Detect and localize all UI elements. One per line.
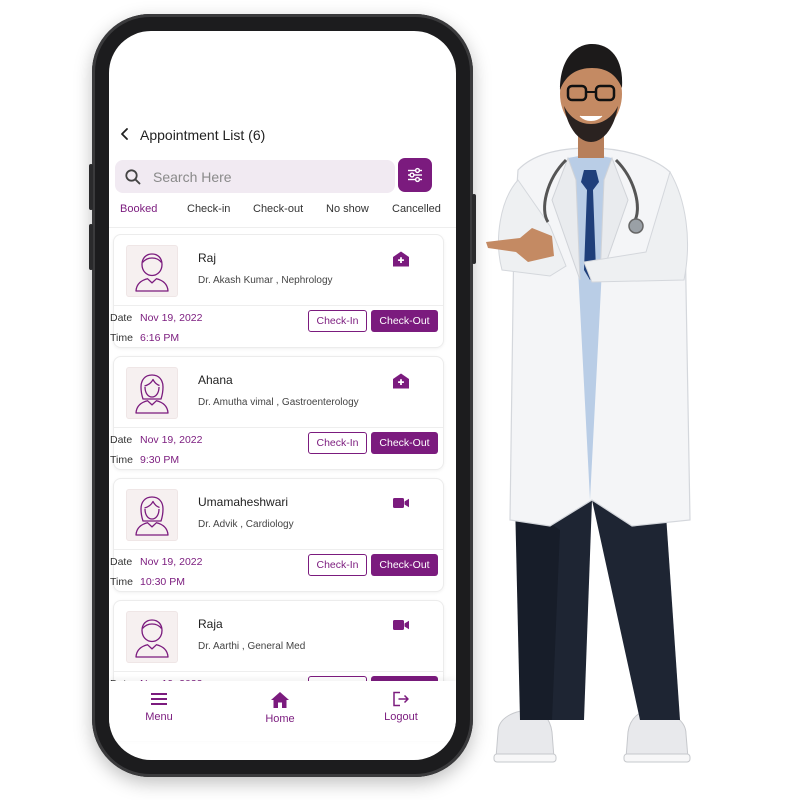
male-avatar-icon (126, 245, 178, 297)
nav-logout-label: Logout (384, 711, 418, 723)
patient-name: Raj (198, 251, 217, 265)
date-label: Date (110, 312, 133, 324)
check-out-button[interactable]: Check-Out (371, 554, 438, 576)
phone-power-button (472, 194, 476, 264)
appointment-card[interactable]: Ahana Dr. Amutha vimal , Gastroenterolog… (110, 356, 444, 470)
bottom-nav: Menu Home Logout (109, 681, 456, 741)
video-icon (393, 620, 409, 630)
logout-icon (393, 691, 409, 707)
date-label: Date (110, 434, 133, 446)
doctor-specialty: Dr. Amutha vimal , Gastroenterology (198, 397, 359, 408)
tab-booked[interactable]: Booked (120, 203, 157, 215)
divider (109, 227, 456, 228)
hospital-icon (393, 251, 409, 267)
patient-name: Raja (198, 617, 223, 631)
appointment-time: 10:30 PM (140, 576, 185, 588)
filter-button[interactable] (398, 158, 432, 192)
appointment-card[interactable]: Raja Dr. Aarthi , General Med Date Nov 1… (110, 600, 444, 694)
menu-icon (151, 693, 167, 705)
tab-no-show[interactable]: No show (326, 203, 369, 215)
tab-check-in[interactable]: Check-in (187, 203, 230, 215)
time-label: Time (110, 454, 133, 466)
appointment-date: Nov 19, 2022 (140, 434, 203, 446)
home-icon (271, 692, 289, 708)
nav-menu-label: Menu (145, 711, 173, 723)
search-icon (125, 169, 141, 185)
check-out-button[interactable]: Check-Out (371, 310, 438, 332)
appointment-date: Nov 19, 2022 (140, 312, 203, 324)
time-label: Time (110, 576, 133, 588)
tab-check-out[interactable]: Check-out (253, 203, 303, 215)
check-in-button[interactable]: Check-In (308, 310, 367, 332)
appointment-date: Nov 19, 2022 (140, 556, 203, 568)
phone-volume-button (89, 164, 93, 210)
doctor-specialty: Dr. Aarthi , General Med (198, 641, 306, 652)
phone-mockup: Appointment List (6) Booked Check-in Che… (89, 14, 476, 777)
doctor-specialty: Dr. Akash Kumar , Nephrology (198, 275, 333, 286)
check-in-button[interactable]: Check-In (308, 554, 367, 576)
appointment-list: Raj Dr. Akash Kumar , Nephrology Date No… (109, 234, 456, 694)
tab-cancelled[interactable]: Cancelled (392, 203, 441, 215)
doctor-specialty: Dr. Advik , Cardiology (198, 519, 294, 530)
phone-volume-button (89, 224, 93, 270)
appointment-card[interactable]: Umamaheshwari Dr. Advik , Cardiology Dat… (110, 478, 444, 592)
search-input[interactable] (153, 165, 385, 188)
video-icon (393, 498, 409, 508)
female-avatar-icon (126, 367, 178, 419)
divider (114, 427, 443, 428)
divider (114, 305, 443, 306)
doctor-illustration (486, 44, 691, 763)
date-label: Date (110, 556, 133, 568)
appointment-card[interactable]: Raj Dr. Akash Kumar , Nephrology Date No… (110, 234, 444, 348)
male-avatar-icon (126, 611, 178, 663)
status-tabs: Booked Check-in Check-out No show Cancel… (109, 203, 456, 223)
divider (114, 549, 443, 550)
check-out-button[interactable]: Check-Out (371, 432, 438, 454)
nav-home[interactable]: Home (240, 691, 320, 725)
page-title: Appointment List (6) (140, 127, 266, 143)
nav-logout[interactable]: Logout (361, 691, 441, 723)
check-in-button[interactable]: Check-In (308, 432, 367, 454)
app-header: Appointment List (6) (109, 31, 456, 151)
nav-menu[interactable]: Menu (119, 691, 199, 723)
female-avatar-icon (126, 489, 178, 541)
appointment-time: 9:30 PM (140, 454, 180, 466)
phone-screen: Appointment List (6) Booked Check-in Che… (109, 31, 456, 760)
time-label: Time (110, 332, 133, 344)
patient-name: Ahana (198, 373, 233, 387)
sliders-icon (408, 167, 422, 183)
hospital-icon (393, 373, 409, 389)
patient-name: Umamaheshwari (198, 495, 289, 509)
search-bar[interactable] (115, 160, 395, 193)
appointment-time: 6:16 PM (140, 332, 180, 344)
divider (114, 671, 443, 672)
chevron-left-icon[interactable] (118, 127, 132, 141)
nav-home-label: Home (265, 713, 295, 725)
